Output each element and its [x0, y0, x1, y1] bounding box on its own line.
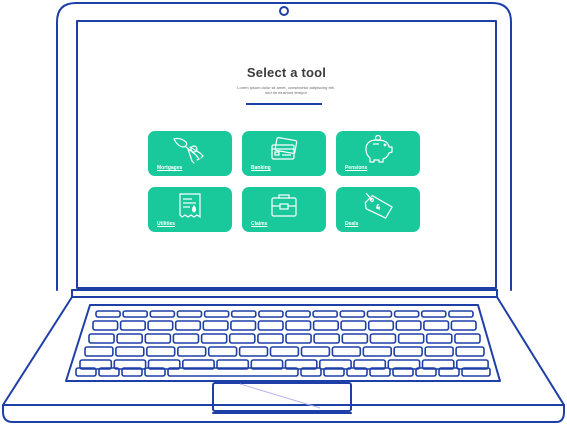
keyboard-key: [339, 310, 366, 318]
keyboard-key: [420, 310, 447, 318]
keyboard-key: [340, 320, 367, 331]
keyboard-key: [144, 333, 172, 344]
keyboard-keys: [75, 310, 491, 377]
tool-tile-deals[interactable]: Deals: [336, 187, 420, 232]
tile-label: Deals: [345, 221, 359, 227]
tool-tile-pensions[interactable]: Pensions: [336, 131, 420, 176]
keyboard-key: [257, 333, 284, 344]
app-screen: Select a tool Lorem ipsum dolor sit amet…: [79, 23, 494, 286]
keyboard-key: [84, 346, 114, 357]
keyboard-key: [95, 310, 121, 318]
keyboard-key: [395, 320, 422, 331]
keyboard-key: [285, 333, 312, 344]
tile-label: Banking: [251, 165, 271, 171]
bill-icon: [179, 193, 201, 219]
keyboard-key: [393, 310, 420, 318]
keyboard-key: [172, 333, 200, 344]
keyboard-key: [367, 320, 395, 331]
keyboard-key: [147, 320, 174, 331]
keyboard-key: [116, 333, 143, 344]
keyboard-key: [88, 333, 115, 344]
keyboard-key: [269, 346, 300, 357]
keyboard-key: [341, 333, 369, 344]
briefcase-icon: [271, 194, 297, 217]
page-title: Select a tool: [246, 65, 327, 80]
keyboard-key: [424, 346, 454, 357]
keyboard-key: [228, 333, 256, 344]
tile-label: Mortgages: [157, 165, 183, 171]
keyboard-key: [366, 310, 393, 318]
keyboard-key: [448, 310, 474, 318]
keyboard-key: [200, 333, 228, 344]
keyboard-key: [146, 346, 176, 357]
keyboard-key: [202, 320, 229, 331]
keyboard-key: [455, 346, 485, 357]
keyboard-key: [331, 346, 362, 357]
keyboard-key: [393, 346, 423, 357]
tile-label: Claims: [251, 221, 268, 227]
keyboard-key: [397, 333, 425, 344]
keyboard-key: [423, 320, 450, 331]
keyboard-key: [174, 320, 202, 331]
keyboard-key: [450, 320, 477, 331]
page-subtitle: Lorem ipsum dolor sit amet, consectetur …: [237, 85, 335, 95]
tile-label: Pensions: [345, 165, 368, 171]
camera-icon: [279, 6, 289, 16]
keyboard-key: [312, 310, 339, 318]
keyboard-key: [257, 320, 284, 331]
keyboard-key: [258, 310, 284, 318]
keyboard-key: [119, 320, 146, 331]
tool-tile-utilities[interactable]: Utilities: [148, 187, 232, 232]
keyboard-key: [425, 333, 453, 344]
keyboard-key: [285, 320, 312, 331]
keyboard-key: [230, 310, 257, 318]
title-underline: [246, 103, 322, 105]
keyboard-key: [122, 310, 148, 318]
keyboard-key: [285, 310, 311, 318]
keyboard-key: [115, 346, 145, 357]
keyboard-key: [203, 310, 230, 318]
keyboard-key: [177, 346, 207, 357]
keyboard-key: [369, 333, 397, 344]
laptop-illustration: Select a tool Lorem ipsum dolor sit amet…: [0, 0, 567, 425]
keyboard-key: [207, 346, 238, 357]
tile-label: Utilities: [157, 221, 176, 227]
keyboard-key: [176, 310, 203, 318]
keyboard-key: [312, 320, 340, 331]
keyboard-key: [313, 333, 341, 344]
tool-tile-banking[interactable]: Banking: [242, 131, 326, 176]
price-tag-icon: [364, 192, 393, 219]
keyboard-key: [454, 333, 481, 344]
keyboard-key: [92, 320, 119, 331]
keyboard-key: [230, 320, 257, 331]
keys-icon: [173, 137, 204, 164]
keyboard-key: [362, 346, 392, 357]
keyboard-key: [149, 310, 176, 318]
tool-tile-mortgages[interactable]: Mortgages: [148, 131, 232, 176]
tool-tile-claims[interactable]: Claims: [242, 187, 326, 232]
keyboard-key: [300, 346, 331, 357]
piggy-bank-icon: [365, 135, 393, 163]
cards-icon: [271, 136, 298, 160]
keyboard-key: [238, 346, 269, 357]
